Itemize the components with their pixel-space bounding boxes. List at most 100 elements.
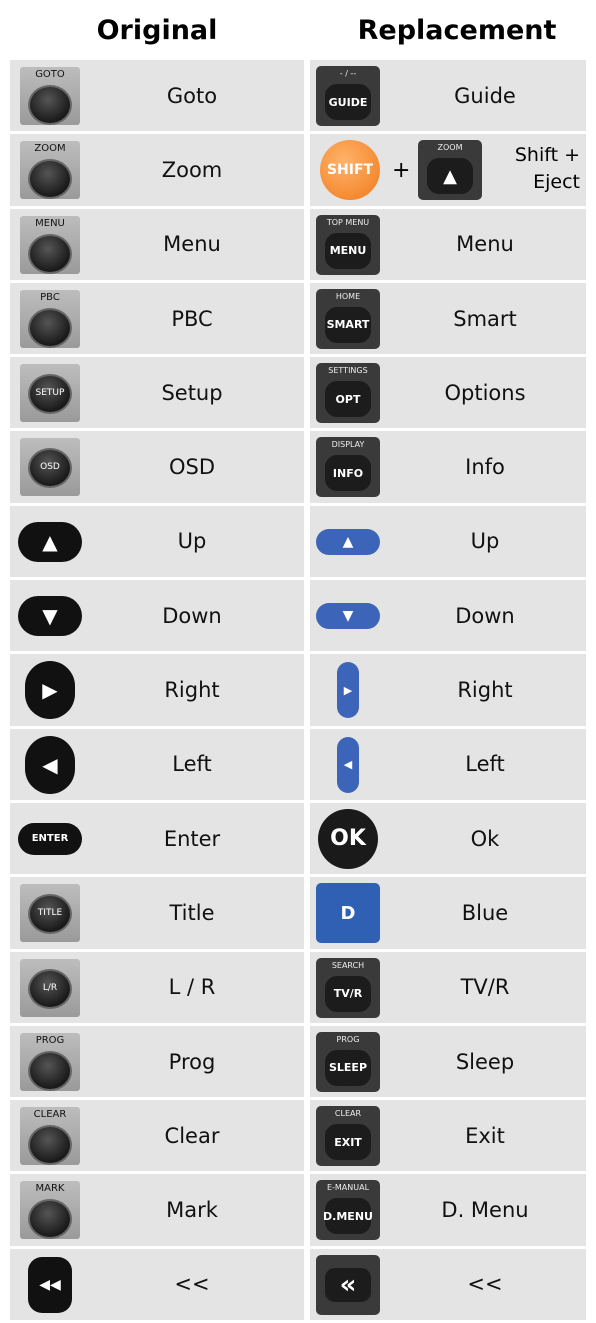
replacement-label: Blue [461,900,509,925]
table-row: ▼ Down ▼ Down [10,580,596,652]
original-cell: ▼ Down [10,580,304,652]
replacement-label: Down [455,603,515,628]
original-label: Zoom [161,157,223,182]
tvr-button-image: SEARCH TV/R [316,957,380,1018]
original-label: Clear [164,1123,220,1148]
replacement-cell: SETTINGS OPT Options [310,357,586,429]
original-label: Right [164,678,220,703]
down-arrow-icon: ▼ [316,603,380,630]
original-label: Left [172,752,212,777]
blue-d-button-image: D [316,883,380,944]
dmenu-button-image: E-MANUAL D.MENU [316,1180,380,1241]
table-row: CLEAR Clear CLEAR EXIT Exit [10,1100,596,1172]
shift-button-image: SHIFT [320,140,380,201]
up-arrow-icon: ▲ [18,521,82,562]
header-replacement: Replacement [357,14,557,46]
original-label: Down [162,603,222,628]
table-row: PBC PBC HOME SMART Smart [10,282,596,355]
smart-button-image: HOME SMART [316,288,380,349]
replacement-label: Options [444,380,526,405]
replacement-cell: ◀ Left [310,728,586,800]
table-row: PROG Prog PROG SLEEP Sleep [10,1025,596,1098]
replacement-cell: ▶ Right [310,654,586,726]
left-arrow-icon: ◀ [25,735,75,794]
original-cell: SETUP Setup [10,357,304,429]
original-cell: OSD OSD [10,431,304,503]
replacement-cell: - / -- GUIDE Guide [310,60,586,132]
replacement-cell: DISPLAY INFO Info [310,431,586,503]
replacement-label: D. Menu [441,1198,529,1223]
opt-button-image: SETTINGS OPT [316,363,380,424]
table-row: ◀◀ << « << [10,1248,596,1321]
enter-button-image: ENTER [18,822,82,855]
replacement-cell: ▲ Up [310,505,586,578]
original-cell: ▲ Up [10,505,304,578]
zoom-button-image: ZOOM [20,141,80,200]
table-row: ▲ Up ▲ Up [10,505,596,578]
button-table: GOTO Goto - / -- GUIDE Guide ZOOM Zoom SH… [10,60,596,1323]
guide-button-image: - / -- GUIDE [316,66,380,126]
original-label: Setup [161,380,223,405]
mark-button-image: MARK [20,1181,80,1240]
rewind-button-image: « [316,1254,380,1315]
right-arrow-icon: ▶ [337,662,359,719]
eject-button-image: ZOOM ▲ [418,140,482,201]
original-cell: ◀ Left [10,728,304,800]
table-row: MARK Mark E-MANUAL D.MENU D. Menu [10,1174,596,1246]
original-cell: MARK Mark [10,1174,304,1246]
replacement-cell: OK Ok [310,802,586,875]
original-cell: TITLE Title [10,877,304,949]
table-row: TITLE Title D Blue [10,877,596,949]
up-arrow-icon: ▲ [316,528,380,555]
replacement-label: Exit [465,1123,505,1148]
eject-icon: ▲ [427,158,473,195]
clear-button-image: CLEAR [20,1107,80,1166]
original-label: OSD [168,455,216,480]
replacement-label: << [467,1272,503,1297]
exit-button-image: CLEAR EXIT [316,1106,380,1167]
header-original: Original [96,14,218,46]
original-label: Mark [166,1198,218,1223]
left-arrow-icon: ◀ [337,736,359,793]
replacement-label: Menu [456,232,514,257]
replacement-label: Up [470,529,500,554]
replacement-label: Right [457,678,513,703]
pbc-button-image: PBC [20,289,80,348]
replacement-cell: CLEAR EXIT Exit [310,1100,586,1172]
down-arrow-icon: ▼ [18,596,82,637]
setup-button-image: SETUP [20,364,80,423]
replacement-label: Ok [470,826,500,851]
original-cell: GOTO Goto [10,60,304,132]
replacement-label: Info [465,455,505,480]
replacement-cell: TOP MENU MENU Menu [310,208,586,280]
replacement-label: Sleep [455,1049,515,1074]
original-label: L / R [168,975,216,1000]
table-row: OSD OSD DISPLAY INFO Info [10,431,596,503]
replacement-cell: D Blue [310,877,586,949]
replacement-cell: HOME SMART Smart [310,282,586,355]
table-row: GOTO Goto - / -- GUIDE Guide [10,60,596,132]
original-label: Title [169,900,215,925]
original-label: PBC [171,306,213,331]
original-label: << [174,1272,210,1297]
original-cell: ▶ Right [10,654,304,726]
original-cell: CLEAR Clear [10,1100,304,1172]
menu-button-image: MENU [20,215,80,274]
table-row: ◀ Left ◀ Left [10,728,596,800]
replacement-cell: ▼ Down [310,580,586,652]
replacement-label: TV/R [460,975,510,1000]
osd-button-image: OSD [20,438,80,497]
original-cell: L/R L / R [10,951,304,1023]
original-label: Up [177,529,207,554]
original-label: Enter [163,826,221,851]
original-cell: ENTER Enter [10,802,304,875]
replacement-label: Left [465,752,505,777]
menu-button-image: TOP MENU MENU [316,214,380,275]
plus-sign: + [392,158,411,184]
original-cell: ◀◀ << [10,1248,304,1321]
title-button-image: TITLE [20,884,80,943]
right-arrow-icon: ▶ [25,661,75,720]
goto-button-image: GOTO [20,67,80,125]
replacement-cell: « << [310,1248,586,1321]
original-cell: PBC PBC [10,282,304,355]
